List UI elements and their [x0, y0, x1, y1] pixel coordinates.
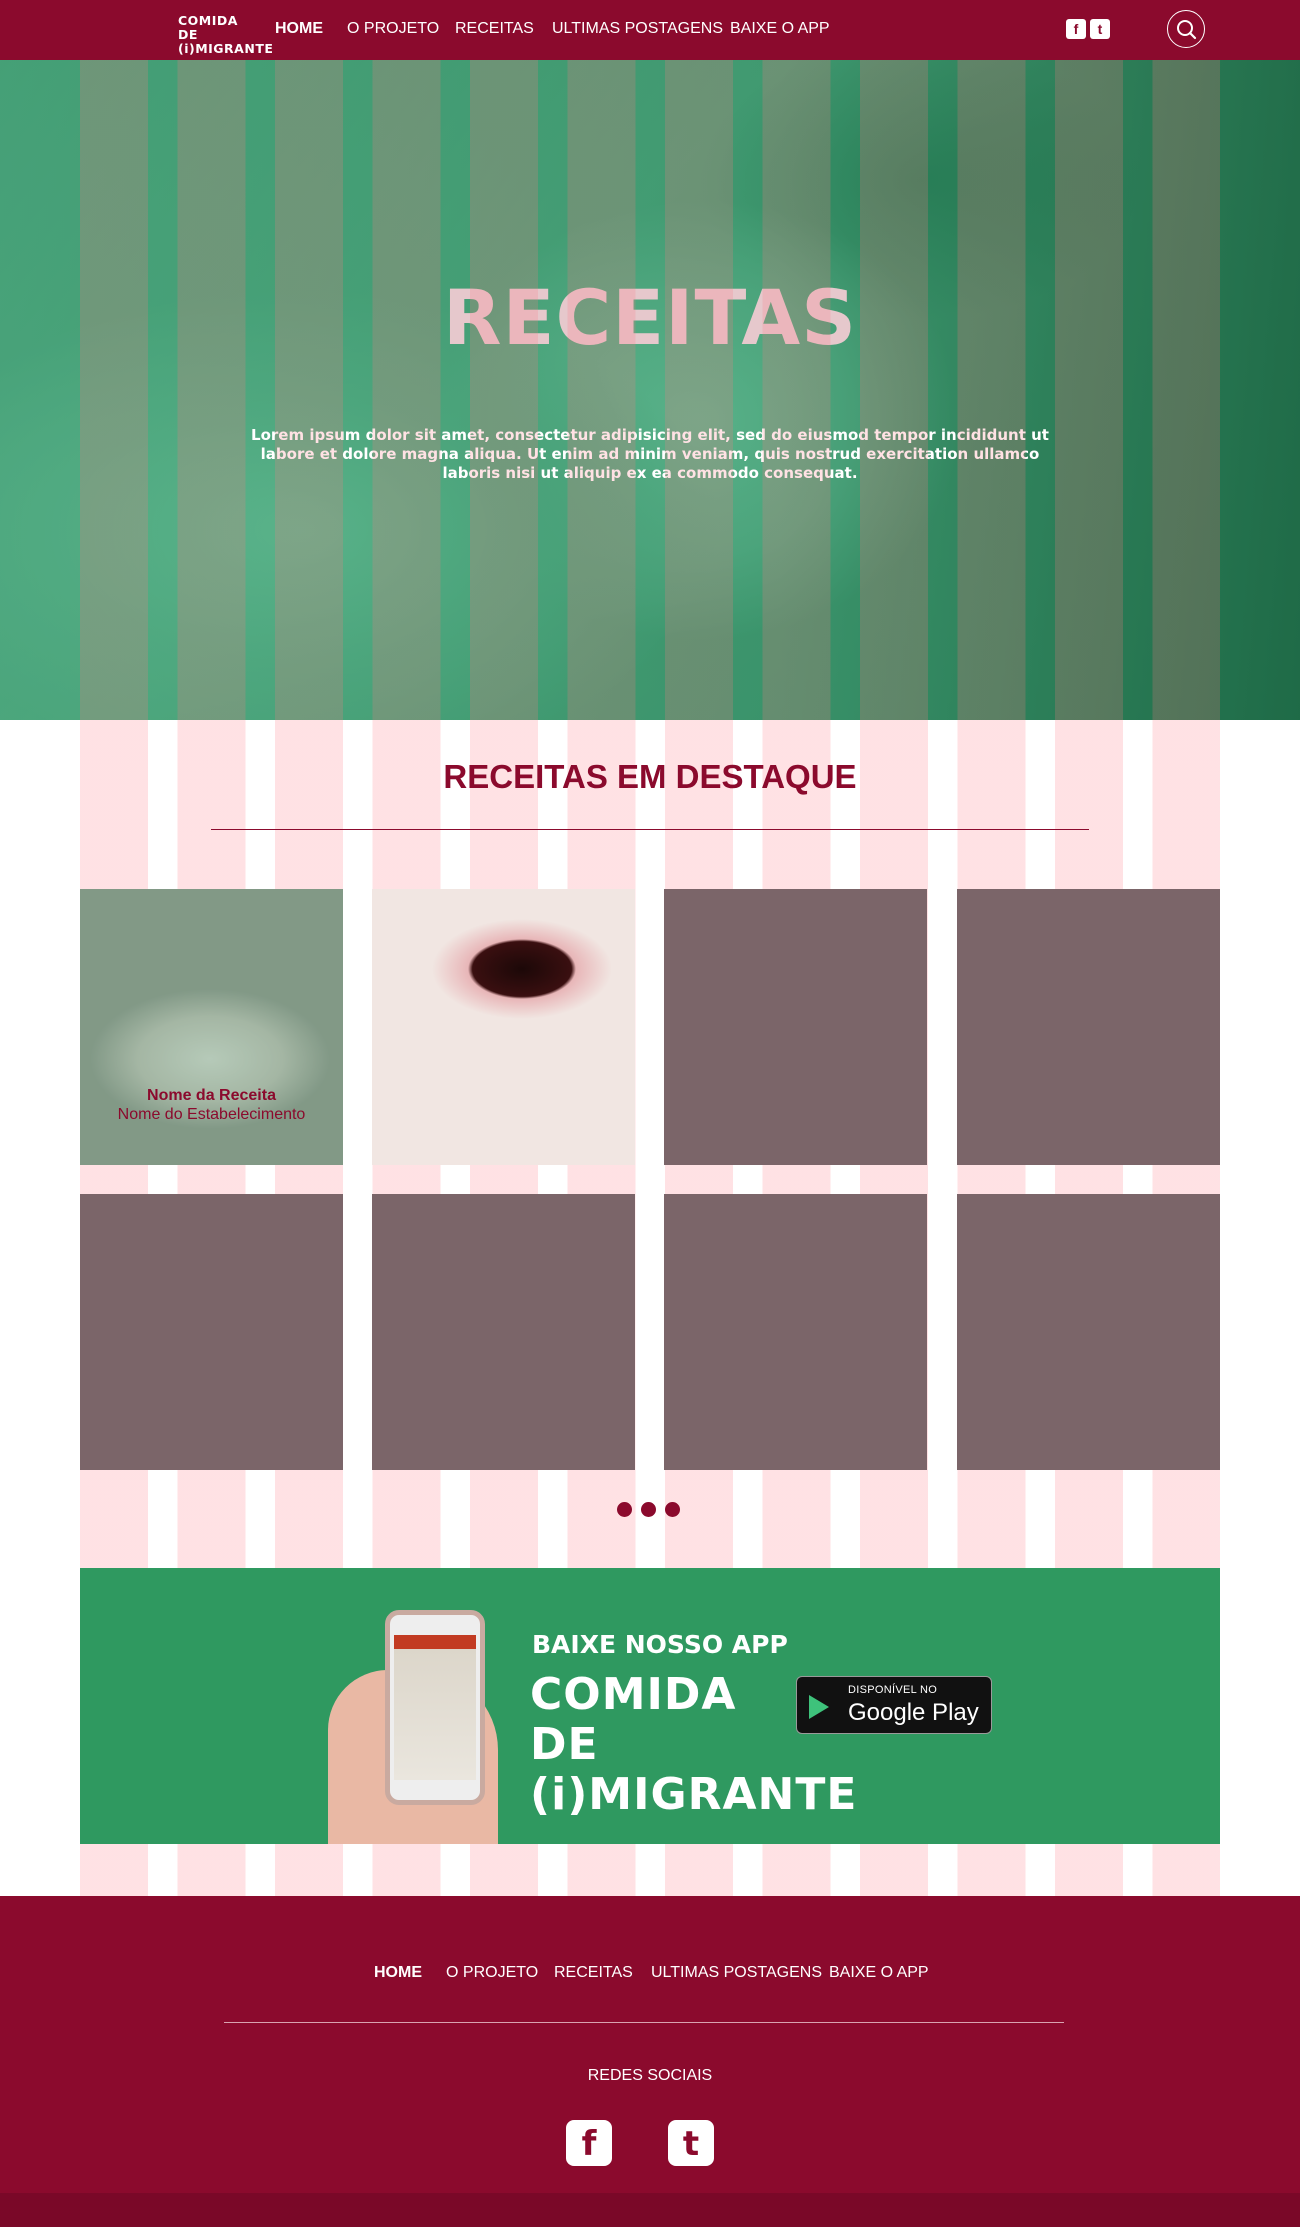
search-button[interactable]: [1167, 10, 1205, 48]
footer-nav-o-projeto[interactable]: O PROJETO: [446, 1964, 538, 1982]
twitter-icon[interactable]: t: [1090, 19, 1110, 39]
footer-divider: [224, 2022, 1064, 2023]
featured-divider: [211, 829, 1089, 830]
search-icon: [1177, 20, 1197, 40]
app-logo-line-1: COMIDA DE: [530, 1669, 737, 1770]
top-navbar: COMIDA DE (i)MIGRANTE HOME O PROJETO REC…: [0, 0, 1300, 60]
recipe-card[interactable]: [372, 889, 635, 1165]
nav-ultimas-postagens[interactable]: ULTIMAS POSTAGENS: [552, 20, 723, 38]
site-logo[interactable]: COMIDA DE (i)MIGRANTE: [178, 13, 273, 56]
nav-o-projeto[interactable]: O PROJETO: [347, 20, 439, 38]
google-play-button[interactable]: DISPONÍVEL NO Google Play: [796, 1676, 992, 1734]
facebook-icon[interactable]: f: [566, 2120, 612, 2166]
footer-nav-receitas[interactable]: RECEITAS: [554, 1964, 633, 1982]
footer-nav-baixe-o-app[interactable]: BAIXE O APP: [829, 1964, 929, 1982]
recipe-card[interactable]: [957, 1194, 1220, 1470]
site-footer: HOME O PROJETO RECEITAS ULTIMAS POSTAGEN…: [0, 1896, 1300, 2227]
dot-icon: [641, 1502, 656, 1517]
nav-receitas[interactable]: RECEITAS: [455, 20, 534, 38]
hero-title: RECEITAS: [443, 273, 857, 362]
dot-icon: [617, 1502, 632, 1517]
dot-icon: [665, 1502, 680, 1517]
social-label: REDES SOCIAIS: [587, 2067, 713, 2084]
footer-bottom-band: [0, 2193, 1300, 2227]
recipe-card[interactable]: [372, 1194, 635, 1470]
recipe-name: Nome da Receita: [147, 1087, 276, 1104]
facebook-icon[interactable]: f: [1066, 19, 1086, 39]
google-play-icon: [809, 1695, 829, 1719]
app-heading: BAIXE NOSSO APP: [532, 1630, 788, 1659]
logo-line-1: COMIDA DE: [178, 13, 238, 42]
hero-banner: RECEITAS Lorem ipsum dolor sit amet, con…: [0, 60, 1300, 720]
recipe-card[interactable]: [80, 1194, 343, 1470]
nav-baixe-o-app[interactable]: BAIXE O APP: [730, 20, 830, 38]
phone-screen: [394, 1635, 476, 1780]
nav-home[interactable]: HOME: [275, 20, 323, 38]
recipe-card[interactable]: [664, 889, 927, 1165]
recipe-card[interactable]: [664, 1194, 927, 1470]
hero-description: Lorem ipsum dolor sit amet, consectetur …: [251, 426, 1049, 482]
app-logo-line-2: (i)MIGRANTE: [530, 1769, 858, 1820]
twitter-icon[interactable]: t: [668, 2120, 714, 2166]
footer-nav-home[interactable]: HOME: [374, 1964, 422, 1982]
recipe-card[interactable]: Nome da Receita Nome do Estabelecimento: [80, 889, 343, 1165]
recipe-place: Nome do Estabelecimento: [117, 1106, 306, 1123]
hero-overlay: [0, 60, 1300, 720]
recipe-card[interactable]: [957, 889, 1220, 1165]
phone-mockup-image: [385, 1610, 485, 1805]
featured-title: RECEITAS EM DESTAQUE: [443, 758, 857, 795]
app-logo: COMIDA DE (i)MIGRANTE: [530, 1669, 856, 1820]
store-big-text: Google Play: [848, 1699, 979, 1726]
footer-nav-ultimas-postagens[interactable]: ULTIMAS POSTAGENS: [651, 1964, 822, 1982]
logo-line-2: (i)MIGRANTE: [178, 41, 274, 56]
store-small-text: DISPONÍVEL NO: [848, 1684, 938, 1696]
